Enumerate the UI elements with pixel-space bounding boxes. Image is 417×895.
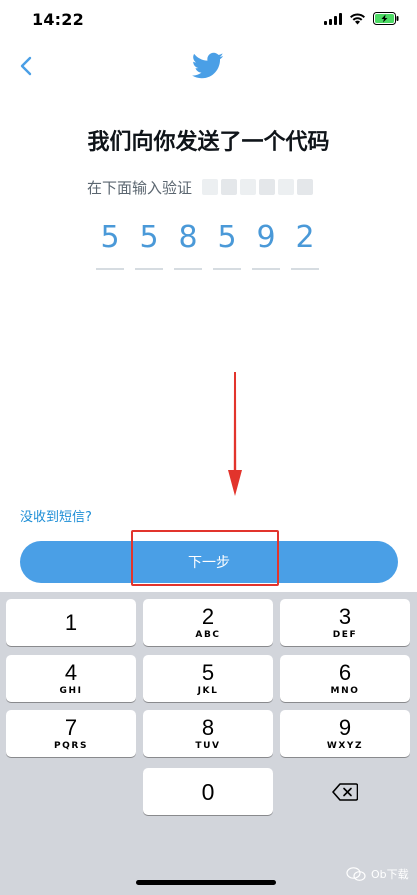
code-digit: 9 xyxy=(256,220,276,255)
key-2[interactable]: 2 ABC xyxy=(143,599,273,646)
key-number: 4 xyxy=(64,659,78,685)
watermark-text: Ob下载 xyxy=(371,868,409,881)
backspace-icon xyxy=(332,782,358,801)
code-cell-1[interactable]: 5 xyxy=(96,218,124,270)
key-number: 5 xyxy=(201,659,215,685)
code-digit: 5 xyxy=(100,220,120,255)
code-cell-4[interactable]: 5 xyxy=(213,218,241,270)
key-letters: GHI xyxy=(59,685,83,696)
numeric-keyboard: 1 2 ABC 3 DEF 4 GHI 5 JKL 6 MNO 7 PQRS 8 TUV 9W… xyxy=(0,592,417,895)
chevron-left-icon xyxy=(20,56,32,76)
key-number: 1 xyxy=(64,609,78,635)
subtitle-row: 在下面输入验证 xyxy=(87,176,314,198)
code-cell-3[interactable]: 8 xyxy=(174,218,202,270)
code-underline xyxy=(252,268,280,270)
key-number: 0 xyxy=(201,778,215,805)
subtitle: 在下面输入验证 xyxy=(87,178,193,197)
key-1[interactable]: 1 xyxy=(6,599,136,646)
key-0[interactable]: 0 xyxy=(143,768,273,815)
code-underline xyxy=(135,268,163,270)
cellular-signal-icon xyxy=(324,12,342,25)
code-digit: 8 xyxy=(178,220,198,255)
key-4[interactable]: 4 GHI xyxy=(6,655,136,702)
key-number: 7 xyxy=(64,714,78,740)
resend-sms-link[interactable]: 没收到短信? xyxy=(20,506,92,525)
twitter-bird-icon xyxy=(192,52,224,79)
wechat-icon xyxy=(346,867,366,881)
verification-code-input[interactable]: 5 5 8 5 9 2 xyxy=(96,218,319,270)
code-cell-5[interactable]: 9 xyxy=(252,218,280,270)
battery-charging-icon xyxy=(373,12,399,25)
key-number: 6 xyxy=(338,659,352,685)
key-letters: PQRS xyxy=(53,740,89,751)
page-title: 我们向你发送了一个代码 xyxy=(87,130,330,155)
next-button[interactable]: 下一步 xyxy=(20,541,398,583)
nav-bar xyxy=(0,44,417,88)
code-cell-6[interactable]: 2 xyxy=(291,218,319,270)
key-letters: DEF xyxy=(332,629,358,640)
code-digit: 2 xyxy=(295,220,315,255)
key-letters: JKL xyxy=(197,685,219,696)
status-time: 14:22 xyxy=(32,10,84,29)
key-5[interactable]: 5 JKL xyxy=(143,655,273,702)
key-6[interactable]: 6 MNO xyxy=(280,655,410,702)
status-icons xyxy=(324,12,399,25)
key-number: 9 xyxy=(338,714,352,740)
key-letters: MNO xyxy=(330,685,360,696)
key-number: 2 xyxy=(201,603,215,629)
status-bar: 14:22 xyxy=(0,0,417,40)
redacted-phone-number xyxy=(202,179,314,195)
code-underline xyxy=(174,268,202,270)
key-3[interactable]: 3 DEF xyxy=(280,599,410,646)
code-cell-2[interactable]: 5 xyxy=(135,218,163,270)
key-letters: WXYZ xyxy=(326,740,364,751)
code-digit: 5 xyxy=(217,220,237,255)
key-letters: TUV xyxy=(195,740,221,751)
wifi-icon xyxy=(349,12,366,25)
back-button[interactable] xyxy=(10,50,42,82)
key-8[interactable]: 8 TUV xyxy=(143,710,273,757)
key-7[interactable]: 7 PQRS xyxy=(6,710,136,757)
code-digit: 5 xyxy=(139,220,159,255)
key-letters: ABC xyxy=(195,629,221,640)
code-underline xyxy=(96,268,124,270)
delete-key[interactable] xyxy=(280,768,410,815)
code-underline xyxy=(291,268,319,270)
watermark: Ob下载 xyxy=(346,866,409,882)
code-underline xyxy=(213,268,241,270)
key-9[interactable]: 9 WXYZ xyxy=(280,710,410,757)
red-arrow-annotation xyxy=(228,372,242,496)
key-number: 8 xyxy=(201,714,215,740)
key-number: 3 xyxy=(338,603,352,629)
home-indicator[interactable] xyxy=(136,880,276,885)
